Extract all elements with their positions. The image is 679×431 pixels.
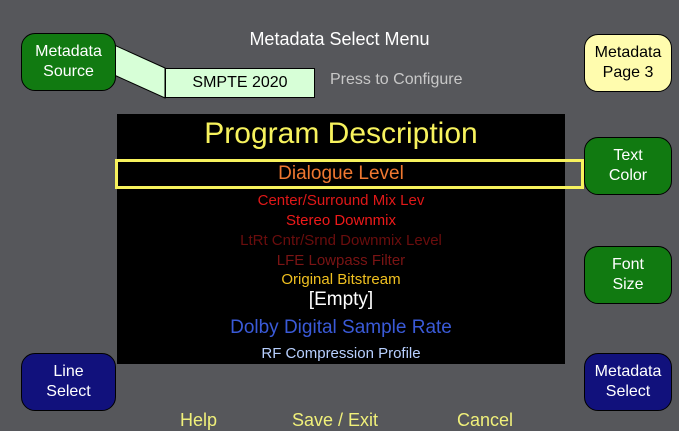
text-color-label-line1: Text [613, 147, 643, 164]
metadata-select-label-line2: Select [605, 383, 651, 400]
metadata-list-panel: Program Description Dialogue Level Cente… [117, 114, 565, 364]
metadata-source-value-text: SMPTE 2020 [192, 74, 288, 91]
list-item-stereo-downmix[interactable]: Stereo Downmix [117, 212, 565, 229]
list-item-lfe-lowpass-filter[interactable]: LFE Lowpass Filter [117, 252, 565, 269]
metadata-source-button[interactable]: Metadata Source [21, 33, 116, 91]
font-size-button[interactable]: Font Size [584, 246, 672, 304]
font-size-label-line1: Font [611, 256, 644, 273]
text-color-label-line2: Color [608, 167, 648, 184]
font-size-label-line2: Size [612, 276, 644, 293]
list-item-empty[interactable]: [Empty] [117, 289, 565, 311]
metadata-select-button[interactable]: Metadata Select [584, 353, 672, 411]
metadata-source-label-line1: Metadata [35, 43, 102, 60]
configure-hint: Press to Configure [330, 71, 463, 88]
help-button[interactable]: Help [180, 410, 217, 431]
line-select-label-line2: Select [46, 383, 91, 400]
list-item-original-bitstream[interactable]: Original Bitstream [117, 271, 565, 288]
metadata-source-value[interactable]: SMPTE 2020 [165, 68, 315, 98]
list-title: Program Description [204, 117, 478, 150]
line-select-button[interactable]: Line Select [21, 353, 116, 411]
line-select-label-line1: Line [53, 363, 84, 380]
metadata-page-label-line1: Metadata [594, 44, 662, 61]
text-color-button[interactable]: Text Color [584, 137, 672, 195]
metadata-source-label-line2: Source [43, 63, 94, 80]
metadata-select-label-line1: Metadata [594, 363, 662, 380]
list-item-dolby-digital-sample-rate[interactable]: Dolby Digital Sample Rate [117, 317, 565, 339]
metadata-page-button[interactable]: Metadata Page 3 [584, 34, 672, 92]
list-item-center-surround-mix-lev[interactable]: Center/Surround Mix Lev [117, 192, 565, 209]
list-item-rf-compression-profile[interactable]: RF Compression Profile [117, 345, 565, 362]
list-item-ltrt-cntr-srnd-downmix-level[interactable]: LtRt Cntr/Srnd Downmix Level [117, 232, 565, 249]
cancel-button[interactable]: Cancel [457, 410, 513, 431]
selection-highlight [115, 159, 584, 189]
save-exit-button[interactable]: Save / Exit [292, 410, 378, 431]
metadata-page-label-line2: Page 3 [602, 64, 654, 81]
